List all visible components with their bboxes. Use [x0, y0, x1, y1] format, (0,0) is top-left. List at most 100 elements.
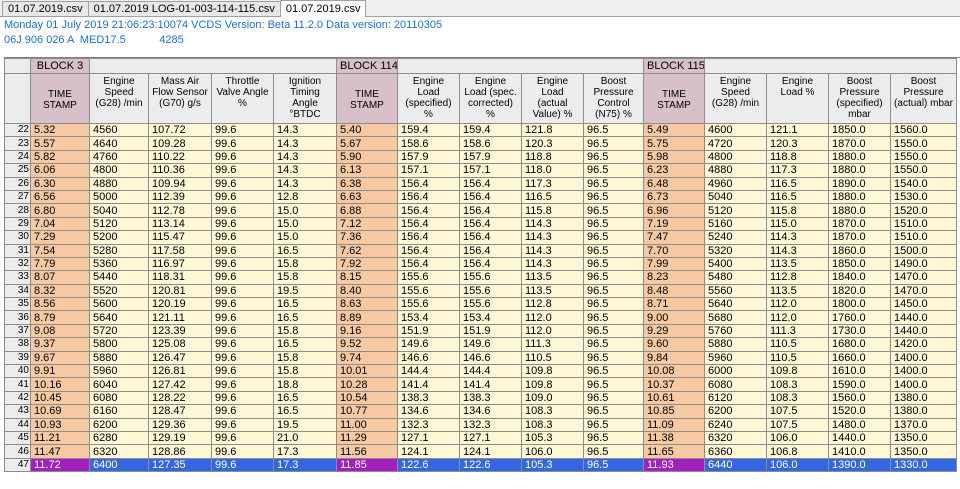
data-cell[interactable]: 1880.0: [828, 189, 891, 205]
data-cell[interactable]: 1530.0: [890, 189, 957, 205]
data-cell[interactable]: 16.5: [273, 390, 337, 406]
data-cell[interactable]: 158.6: [459, 136, 522, 151]
data-cell[interactable]: 1410.0: [828, 444, 891, 459]
data-cell[interactable]: 110.36: [148, 163, 212, 178]
data-cell[interactable]: 108.3: [521, 404, 584, 419]
data-cell[interactable]: 5360: [89, 256, 149, 272]
data-cell[interactable]: 1880.0: [828, 163, 891, 178]
timestamp-cell[interactable]: 5.57: [30, 136, 90, 151]
data-cell[interactable]: 118.0: [521, 163, 584, 178]
data-cell[interactable]: 5960: [89, 364, 149, 379]
data-cell[interactable]: 125.08: [148, 337, 212, 352]
timestamp-cell[interactable]: 11.09: [643, 417, 705, 432]
column-header[interactable]: Boost Pressure Control (N75) %: [583, 73, 644, 124]
data-cell[interactable]: 99.6: [211, 430, 274, 446]
data-cell[interactable]: 5200: [89, 230, 149, 245]
data-cell[interactable]: 122.6: [397, 457, 460, 473]
data-cell[interactable]: 5240: [704, 230, 767, 245]
data-cell[interactable]: 5040: [704, 189, 767, 205]
timestamp-cell[interactable]: 9.91: [30, 364, 90, 379]
timestamp-cell[interactable]: 9.29: [643, 323, 705, 339]
data-cell[interactable]: 96.5: [583, 189, 644, 205]
timestamp-cell[interactable]: 5.98: [643, 149, 705, 165]
data-cell[interactable]: 19.5: [273, 417, 337, 432]
data-cell[interactable]: 1400.0: [890, 377, 957, 392]
data-cell[interactable]: 15.8: [273, 350, 337, 366]
data-cell[interactable]: 109.8: [766, 364, 829, 379]
table-row[interactable]: 39 9.67 5880 126.47 99.6 15.8 9.74 146.6 146.6 11…: [4, 350, 957, 366]
timestamp-cell[interactable]: 8.40: [336, 283, 398, 299]
data-cell[interactable]: 99.6: [211, 297, 274, 312]
timestamp-cell[interactable]: 7.99: [643, 256, 705, 272]
table-row[interactable]: 28 6.80 5040 112.78 99.6 15.0 6.88 156.4 156.4 11…: [4, 203, 957, 218]
timestamp-cell[interactable]: 6.48: [643, 176, 705, 191]
data-cell[interactable]: 6080: [89, 390, 149, 406]
data-cell[interactable]: 4560: [89, 122, 149, 138]
data-cell[interactable]: 5640: [89, 310, 149, 325]
column-header[interactable]: TIME STAMP: [643, 73, 705, 124]
data-cell[interactable]: 117.58: [148, 243, 212, 258]
data-cell[interactable]: 112.0: [766, 310, 829, 325]
data-cell[interactable]: 99.6: [211, 256, 274, 272]
table-row[interactable]: 41 10.16 6040 127.42 99.6 18.8 10.28 141.4 141.4…: [4, 377, 957, 392]
data-cell[interactable]: 5280: [89, 243, 149, 258]
timestamp-cell[interactable]: 9.37: [30, 337, 90, 352]
data-cell[interactable]: 110.22: [148, 149, 212, 165]
data-cell[interactable]: 99.6: [211, 122, 274, 138]
timestamp-cell[interactable]: 11.72: [30, 457, 90, 473]
data-cell[interactable]: 132.3: [459, 417, 522, 432]
table-row[interactable]: 32 7.79 5360 116.97 99.6 15.8 7.92 156.4 156.4 11…: [4, 256, 957, 272]
data-cell[interactable]: 1590.0: [828, 377, 891, 392]
column-header[interactable]: Engine Speed (G28) /min: [704, 73, 767, 124]
timestamp-cell[interactable]: 7.19: [643, 216, 705, 232]
data-cell[interactable]: 106.0: [766, 457, 829, 473]
data-cell[interactable]: 5520: [89, 283, 149, 299]
timestamp-cell[interactable]: 5.40: [336, 122, 398, 138]
data-cell[interactable]: 1380.0: [890, 390, 957, 406]
data-cell[interactable]: 115.8: [521, 203, 584, 218]
timestamp-cell[interactable]: 5.32: [30, 122, 90, 138]
data-cell[interactable]: 18.8: [273, 377, 337, 392]
timestamp-cell[interactable]: 7.62: [336, 243, 398, 258]
column-header[interactable]: Engine Load (specified) %: [397, 73, 460, 124]
data-cell[interactable]: 16.5: [273, 297, 337, 312]
data-cell[interactable]: 116.5: [766, 189, 829, 205]
timestamp-cell[interactable]: 10.45: [30, 390, 90, 406]
timestamp-cell[interactable]: 10.77: [336, 404, 398, 419]
data-cell[interactable]: 107.72: [148, 122, 212, 138]
data-cell[interactable]: 1850.0: [828, 122, 891, 138]
data-cell[interactable]: 6320: [89, 444, 149, 459]
data-cell[interactable]: 6040: [89, 377, 149, 392]
data-cell[interactable]: 1520.0: [828, 404, 891, 419]
data-cell[interactable]: 5040: [89, 203, 149, 218]
data-cell[interactable]: 96.5: [583, 457, 644, 473]
data-cell[interactable]: 96.5: [583, 444, 644, 459]
data-cell[interactable]: 156.4: [459, 216, 522, 232]
data-cell[interactable]: 96.5: [583, 149, 644, 165]
timestamp-cell[interactable]: 8.48: [643, 283, 705, 299]
data-cell[interactable]: 6240: [704, 417, 767, 432]
data-cell[interactable]: 4880: [704, 163, 767, 178]
data-cell[interactable]: 144.4: [397, 364, 460, 379]
data-cell[interactable]: 115.0: [766, 216, 829, 232]
data-cell[interactable]: 6280: [89, 430, 149, 446]
tab-file-2[interactable]: 01.07.2019 LOG-01-003-114-115.csv: [87, 1, 281, 16]
data-cell[interactable]: 153.4: [397, 310, 460, 325]
data-cell[interactable]: 128.86: [148, 444, 212, 459]
data-cell[interactable]: 14.3: [273, 136, 337, 151]
data-cell[interactable]: 96.5: [583, 350, 644, 366]
data-cell[interactable]: 1470.0: [890, 283, 957, 299]
data-cell[interactable]: 114.3: [766, 243, 829, 258]
data-cell[interactable]: 121.8: [521, 122, 584, 138]
timestamp-cell[interactable]: 9.08: [30, 323, 90, 339]
data-cell[interactable]: 128.47: [148, 404, 212, 419]
data-cell[interactable]: 4720: [704, 136, 767, 151]
data-cell[interactable]: 96.5: [583, 243, 644, 258]
data-cell[interactable]: 110.5: [521, 350, 584, 366]
table-row[interactable]: 38 9.37 5800 125.08 99.6 16.5 9.52 149.6 149.6 11…: [4, 337, 957, 352]
data-cell[interactable]: 112.8: [521, 297, 584, 312]
data-cell[interactable]: 1550.0: [890, 163, 957, 178]
data-cell[interactable]: 118.8: [766, 149, 829, 165]
timestamp-cell[interactable]: 11.85: [336, 457, 398, 473]
data-cell[interactable]: 5160: [704, 216, 767, 232]
